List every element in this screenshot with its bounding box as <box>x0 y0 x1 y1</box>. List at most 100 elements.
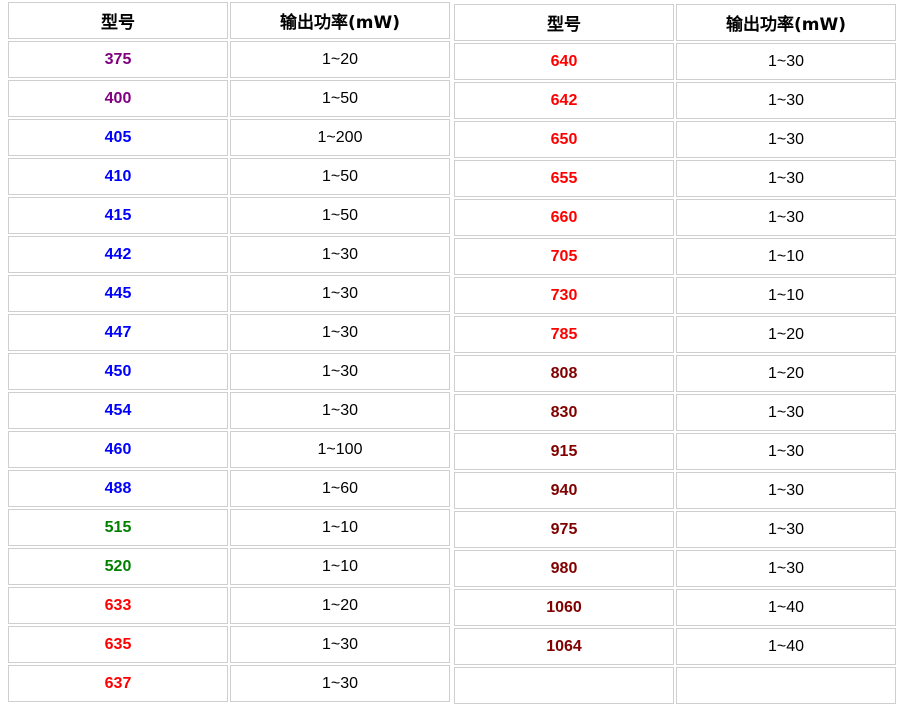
model-cell: 515 <box>8 509 228 546</box>
power-cell: 1~10 <box>230 548 450 585</box>
power-cell: 1~30 <box>230 392 450 429</box>
header-row: 型号 输出功率(mW) <box>454 4 896 41</box>
power-column-header: 输出功率(mW) <box>676 4 896 41</box>
table-row: 450 1~30 <box>8 353 450 390</box>
power-cell: 1~10 <box>676 277 896 314</box>
power-cell: 1~30 <box>676 160 896 197</box>
table-row: 400 1~50 <box>8 80 450 117</box>
power-cell: 1~20 <box>230 41 450 78</box>
power-cell: 1~30 <box>676 394 896 431</box>
model-cell: 705 <box>454 238 674 275</box>
table-row: 915 1~30 <box>454 433 896 470</box>
model-cell: 915 <box>454 433 674 470</box>
table-row: 1064 1~40 <box>454 628 896 665</box>
power-cell: 1~30 <box>230 236 450 273</box>
table-row: 405 1~200 <box>8 119 450 156</box>
model-cell: 415 <box>8 197 228 234</box>
model-cell: 640 <box>454 43 674 80</box>
table-row: 808 1~20 <box>454 355 896 392</box>
model-cell: 637 <box>8 665 228 702</box>
table-row: 410 1~50 <box>8 158 450 195</box>
model-cell: 375 <box>8 41 228 78</box>
power-cell: 1~30 <box>230 665 450 702</box>
model-cell: 445 <box>8 275 228 312</box>
model-cell: 980 <box>454 550 674 587</box>
power-cell: 1~100 <box>230 431 450 468</box>
model-cell: 635 <box>8 626 228 663</box>
model-cell: 660 <box>454 199 674 236</box>
power-cell: 1~30 <box>676 43 896 80</box>
table-row: 785 1~20 <box>454 316 896 353</box>
power-cell: 1~30 <box>676 511 896 548</box>
power-cell: 1~30 <box>676 472 896 509</box>
laser-spec-table-right: 型号 输出功率(mW) 640 1~30 642 1~30 650 1~30 655 1~30… <box>452 2 898 706</box>
model-cell: 808 <box>454 355 674 392</box>
power-cell: 1~30 <box>230 353 450 390</box>
model-cell: 450 <box>8 353 228 390</box>
table-row: 375 1~20 <box>8 41 450 78</box>
model-cell: 400 <box>8 80 228 117</box>
table-row: 460 1~100 <box>8 431 450 468</box>
model-cell: 410 <box>8 158 228 195</box>
model-cell: 830 <box>454 394 674 431</box>
model-cell <box>454 667 674 704</box>
power-cell: 1~20 <box>676 355 896 392</box>
model-cell: 405 <box>8 119 228 156</box>
power-cell: 1~30 <box>676 433 896 470</box>
model-cell: 633 <box>8 587 228 624</box>
model-cell: 442 <box>8 236 228 273</box>
model-cell: 650 <box>454 121 674 158</box>
table-row: 515 1~10 <box>8 509 450 546</box>
power-cell: 1~30 <box>676 199 896 236</box>
power-cell: 1~50 <box>230 80 450 117</box>
power-cell: 1~20 <box>230 587 450 624</box>
model-cell: 1060 <box>454 589 674 626</box>
table-body: 375 1~20 400 1~50 405 1~200 410 1~50 415 1~50 442 1… <box>8 41 450 702</box>
power-cell: 1~30 <box>230 275 450 312</box>
model-cell: 520 <box>8 548 228 585</box>
power-cell: 1~50 <box>230 158 450 195</box>
power-cell <box>676 667 896 704</box>
model-cell: 655 <box>454 160 674 197</box>
table-row: 637 1~30 <box>8 665 450 702</box>
power-cell: 1~50 <box>230 197 450 234</box>
table-row: 633 1~20 <box>8 587 450 624</box>
power-cell: 1~200 <box>230 119 450 156</box>
power-column-header: 输出功率(mW) <box>230 2 450 39</box>
table-row: 447 1~30 <box>8 314 450 351</box>
laser-spec-table-left: 型号 输出功率(mW) 375 1~20 400 1~50 405 1~200 410 1~5… <box>6 0 452 704</box>
model-cell: 460 <box>8 431 228 468</box>
model-column-header: 型号 <box>8 2 228 39</box>
table-row: 830 1~30 <box>454 394 896 431</box>
model-cell: 642 <box>454 82 674 119</box>
power-cell: 1~30 <box>230 626 450 663</box>
table-row: 980 1~30 <box>454 550 896 587</box>
power-cell: 1~30 <box>676 550 896 587</box>
model-cell: 975 <box>454 511 674 548</box>
table-row: 650 1~30 <box>454 121 896 158</box>
table-row: 454 1~30 <box>8 392 450 429</box>
model-column-header: 型号 <box>454 4 674 41</box>
table-row: 730 1~10 <box>454 277 896 314</box>
table-row: 975 1~30 <box>454 511 896 548</box>
table-row: 520 1~10 <box>8 548 450 585</box>
model-cell: 454 <box>8 392 228 429</box>
power-cell: 1~30 <box>676 121 896 158</box>
table-row: 635 1~30 <box>8 626 450 663</box>
table-row: 640 1~30 <box>454 43 896 80</box>
table-row: 642 1~30 <box>454 82 896 119</box>
model-cell: 447 <box>8 314 228 351</box>
table-row <box>454 667 896 704</box>
table-row: 442 1~30 <box>8 236 450 273</box>
table-body: 640 1~30 642 1~30 650 1~30 655 1~30 660 1~30 705 1~… <box>454 43 896 704</box>
table-row: 1060 1~40 <box>454 589 896 626</box>
table-row: 655 1~30 <box>454 160 896 197</box>
power-cell: 1~60 <box>230 470 450 507</box>
power-cell: 1~10 <box>676 238 896 275</box>
table-row: 660 1~30 <box>454 199 896 236</box>
model-cell: 1064 <box>454 628 674 665</box>
table-row: 415 1~50 <box>8 197 450 234</box>
power-cell: 1~40 <box>676 589 896 626</box>
model-cell: 730 <box>454 277 674 314</box>
table-row: 488 1~60 <box>8 470 450 507</box>
